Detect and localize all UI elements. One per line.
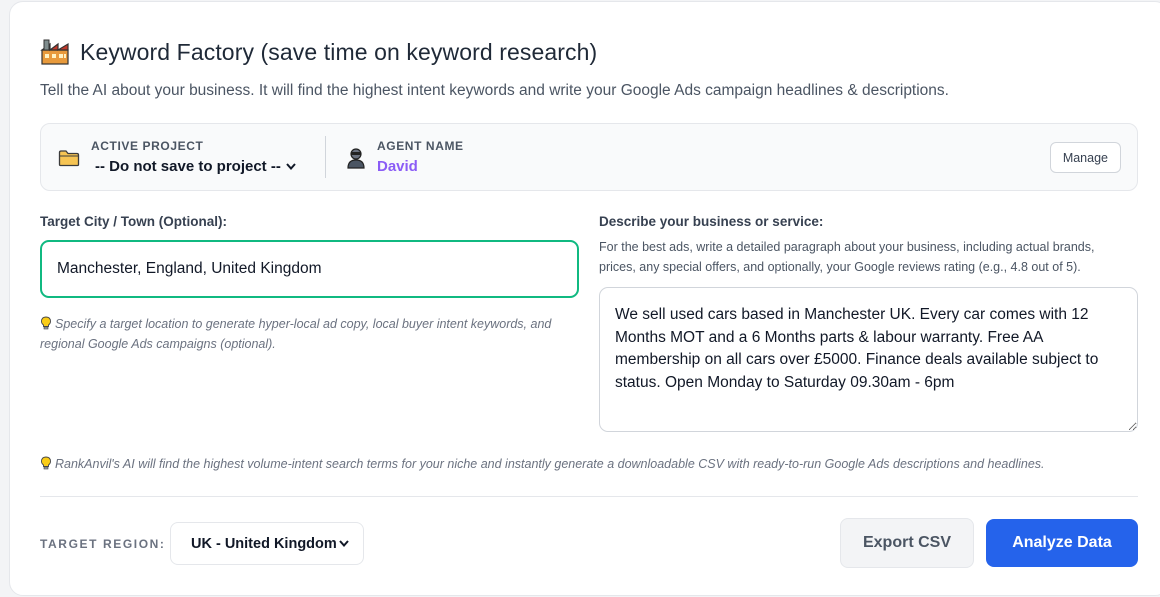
agent-name-label: AGENT NAME bbox=[377, 139, 464, 153]
business-description-label: Describe your business or service: bbox=[599, 214, 824, 229]
business-description-textarea[interactable]: We sell used cars based in Manchester UK… bbox=[599, 287, 1138, 432]
manage-button[interactable]: Manage bbox=[1049, 142, 1121, 173]
agent-name-value: David bbox=[377, 158, 418, 175]
export-csv-button[interactable]: Export CSV bbox=[840, 518, 974, 568]
user-icon bbox=[347, 148, 365, 169]
active-project-select[interactable]: -- Do not save to project -- bbox=[95, 158, 296, 175]
analysis-info-hint: RankAnvil's AI will find the highest vol… bbox=[40, 454, 1140, 474]
project-bar-divider bbox=[325, 136, 326, 178]
project-bar: ACTIVE PROJECT -- Do not save to project… bbox=[40, 123, 1138, 191]
target-city-label: Target City / Town (Optional): bbox=[40, 214, 227, 229]
target-region-label: TARGET REGION: bbox=[40, 537, 166, 551]
business-description-help: For the best ads, write a detailed parag… bbox=[599, 240, 1095, 274]
chevron-down-icon bbox=[286, 163, 296, 170]
keyword-factory-card: Keyword Factory (save time on keyword re… bbox=[9, 1, 1160, 596]
target-region-select[interactable]: UK - United Kingdom bbox=[170, 522, 364, 565]
city-hint: Specify a target location to generate hy… bbox=[40, 314, 580, 354]
active-project-label: ACTIVE PROJECT bbox=[91, 139, 204, 153]
city-hint-text: Specify a target location to generate hy… bbox=[40, 317, 552, 351]
folder-icon bbox=[58, 150, 80, 167]
target-region-value: UK - United Kingdom bbox=[191, 535, 337, 552]
analyze-data-button[interactable]: Analyze Data bbox=[986, 519, 1138, 567]
target-city-input[interactable] bbox=[40, 240, 579, 298]
lightbulb-icon bbox=[41, 456, 51, 470]
analysis-info-text: RankAnvil's AI will find the highest vol… bbox=[55, 457, 1045, 471]
footer-divider bbox=[40, 496, 1138, 497]
active-project-value: -- Do not save to project -- bbox=[95, 158, 281, 175]
page-subtitle: Tell the AI about your business. It will… bbox=[40, 82, 949, 99]
chevron-down-icon bbox=[339, 540, 349, 547]
page-title: Keyword Factory (save time on keyword re… bbox=[80, 38, 598, 65]
lightbulb-icon bbox=[41, 316, 51, 330]
title-row: Keyword Factory (save time on keyword re… bbox=[40, 38, 597, 66]
factory-icon bbox=[40, 39, 69, 65]
